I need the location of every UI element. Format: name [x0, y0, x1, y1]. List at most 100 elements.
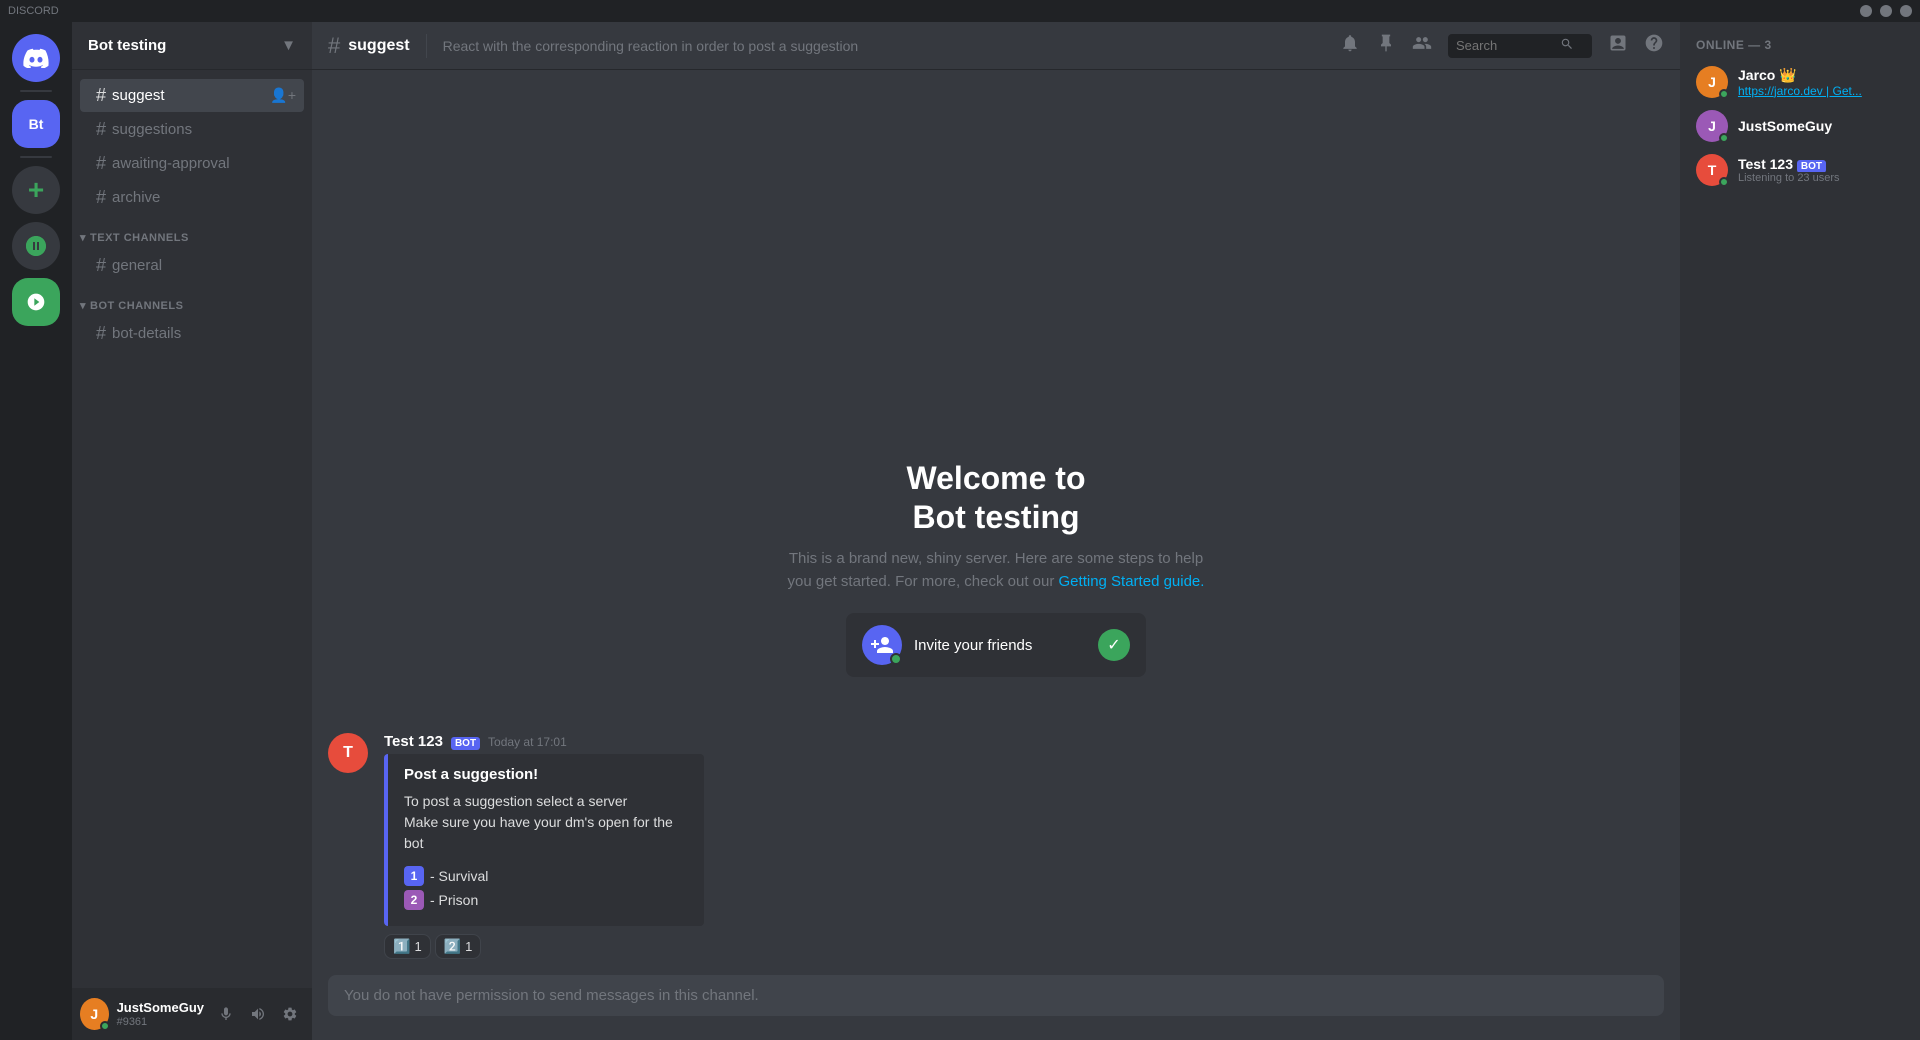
channel-name: suggestions	[112, 121, 192, 138]
category-collapse-icon: ▾	[80, 299, 86, 312]
online-user-avatar-test123: T	[1696, 154, 1728, 186]
online-dot	[890, 653, 902, 665]
members-icon[interactable]	[1412, 33, 1432, 58]
close-button[interactable]: ✕	[1900, 5, 1912, 17]
add-server-button[interactable]: +	[12, 166, 60, 214]
channel-name: general	[112, 257, 162, 274]
reaction-count-2: 1	[465, 939, 472, 954]
channel-hash-icon: #	[96, 119, 106, 140]
welcome-title: Welcome to Bot testing	[907, 459, 1086, 536]
channel-item-archive[interactable]: # archive	[80, 181, 304, 214]
reaction-2[interactable]: 2️⃣ 1	[435, 934, 482, 959]
message-author: Test 123	[384, 733, 443, 750]
status-dot-justsomeguy	[1719, 133, 1729, 143]
help-icon[interactable]	[1644, 33, 1664, 58]
pin-icon[interactable]	[1376, 33, 1396, 58]
channel-item-general[interactable]: # general	[80, 249, 304, 282]
user-controls	[212, 1000, 304, 1028]
mute-button[interactable]	[212, 1000, 240, 1028]
maximize-button[interactable]: □	[1880, 5, 1892, 17]
add-member-icon[interactable]: 👤+	[270, 87, 296, 104]
online-user-sub-test123: Listening to 23 users	[1738, 172, 1904, 184]
invite-card-text: Invite your friends	[914, 637, 1086, 654]
bot-badge: BOT	[451, 737, 480, 750]
deafen-button[interactable]	[244, 1000, 272, 1028]
server-divider-2	[20, 156, 52, 158]
user-info: JustSomeGuy #9361	[117, 1000, 204, 1028]
jarco-link[interactable]: https://jarco.dev | Get...	[1738, 84, 1862, 98]
channel-hash-icon: #	[96, 153, 106, 174]
crown-icon: 👑	[1779, 67, 1796, 83]
category-label: TEXT CHANNELS	[90, 232, 189, 244]
server-divider	[20, 90, 52, 92]
channel-header-description: React with the corresponding reaction in…	[443, 38, 859, 54]
server-icon-green[interactable]	[12, 278, 60, 326]
messages-area: Welcome to Bot testing This is a brand n…	[312, 70, 1680, 975]
right-sidebar: ONLINE — 3 J Jarco 👑 https://jarco.dev |…	[1680, 22, 1920, 1040]
invite-card[interactable]: Invite your friends ✓	[846, 613, 1146, 677]
category-bot-channels[interactable]: ▾ BOT CHANNELS	[72, 283, 312, 316]
category-text-channels[interactable]: ▾ TEXT CHANNELS	[72, 215, 312, 248]
inbox-icon[interactable]	[1608, 33, 1628, 58]
search-bar[interactable]	[1448, 34, 1592, 58]
settings-button[interactable]	[276, 1000, 304, 1028]
invite-card-check: ✓	[1098, 629, 1130, 661]
online-user-jarco[interactable]: J Jarco 👑 https://jarco.dev | Get...	[1688, 60, 1912, 104]
app-title: DISCORD	[8, 5, 59, 17]
online-user-info-jarco: Jarco 👑 https://jarco.dev | Get...	[1738, 67, 1904, 98]
search-input[interactable]	[1456, 38, 1556, 53]
online-user-avatar-justsomeguy: J	[1696, 110, 1728, 142]
reaction-1[interactable]: 1️⃣ 1	[384, 934, 431, 959]
minimize-button[interactable]: —	[1860, 5, 1872, 17]
channel-hash-icon: #	[96, 187, 106, 208]
online-user-justsomeguy[interactable]: J JustSomeGuy	[1688, 104, 1912, 148]
message-input-disabled: You do not have permission to send messa…	[328, 975, 1664, 1016]
channel-hash-icon: #	[328, 33, 340, 59]
input-bar: You do not have permission to send messa…	[312, 975, 1680, 1040]
server-list: Bt +	[0, 22, 72, 1040]
server-icon-bot-testing[interactable]: Bt	[12, 100, 60, 148]
discord-home-button[interactable]	[12, 34, 60, 82]
invite-card-icon	[862, 625, 902, 665]
channel-name: awaiting-approval	[112, 155, 230, 172]
server-header[interactable]: Bot testing ▼	[72, 22, 312, 70]
channel-item-suggestions[interactable]: # suggestions	[80, 113, 304, 146]
channel-hash-icon: #	[96, 255, 106, 276]
welcome-section: Welcome to Bot testing This is a brand n…	[328, 399, 1664, 717]
online-user-sub-jarco: https://jarco.dev | Get...	[1738, 84, 1904, 98]
channel-name: archive	[112, 189, 160, 206]
embed-card: Post a suggestion! To post a suggestion …	[384, 754, 704, 926]
message-header: Test 123 BOT Today at 17:01	[384, 733, 1664, 750]
embed-item-1: 1 - Survival	[404, 866, 688, 886]
bot-tag-test123: BOT	[1797, 160, 1826, 172]
online-user-name-jarco: Jarco 👑	[1738, 67, 1904, 84]
embed-title: Post a suggestion!	[404, 766, 688, 783]
reaction-emoji-2: 2️⃣	[444, 938, 461, 955]
embed-num-1: 1	[404, 866, 424, 886]
status-dot-test123	[1719, 177, 1729, 187]
welcome-description: This is a brand new, shiny server. Here …	[776, 548, 1216, 593]
channel-name: suggest	[112, 87, 165, 104]
channel-item-bot-details[interactable]: # bot-details	[80, 317, 304, 350]
message-timestamp: Today at 17:01	[488, 735, 567, 749]
embed-description: To post a suggestion select a server Mak…	[404, 791, 688, 854]
channel-item-awaiting-approval[interactable]: # awaiting-approval	[80, 147, 304, 180]
online-user-info-test123: Test 123 BOT Listening to 23 users	[1738, 156, 1904, 184]
message-wrapper: T Test 123 BOT Today at 17:01 Post a sug…	[328, 733, 1664, 959]
message-avatar: T	[328, 733, 368, 773]
online-user-avatar-jarco: J	[1696, 66, 1728, 98]
online-user-name-justsomeguy: JustSomeGuy	[1738, 118, 1904, 134]
reaction-count-1: 1	[414, 939, 421, 954]
user-tag: #9361	[117, 1016, 204, 1028]
channel-header-name: suggest	[348, 37, 409, 55]
bell-icon[interactable]	[1340, 33, 1360, 58]
user-name: JustSomeGuy	[117, 1000, 204, 1016]
category-collapse-icon: ▾	[80, 231, 86, 244]
channel-list: # suggest 👤+ # suggestions # awaiting-ap…	[72, 70, 312, 988]
channel-item-suggest[interactable]: # suggest 👤+	[80, 79, 304, 112]
online-user-test123[interactable]: T Test 123 BOT Listening to 23 users	[1688, 148, 1912, 192]
main-content: # suggest React with the corresponding r…	[312, 22, 1680, 1040]
explore-servers-button[interactable]	[12, 222, 60, 270]
status-dot-jarco	[1719, 89, 1729, 99]
getting-started-link[interactable]: Getting Started guide.	[1059, 573, 1205, 590]
